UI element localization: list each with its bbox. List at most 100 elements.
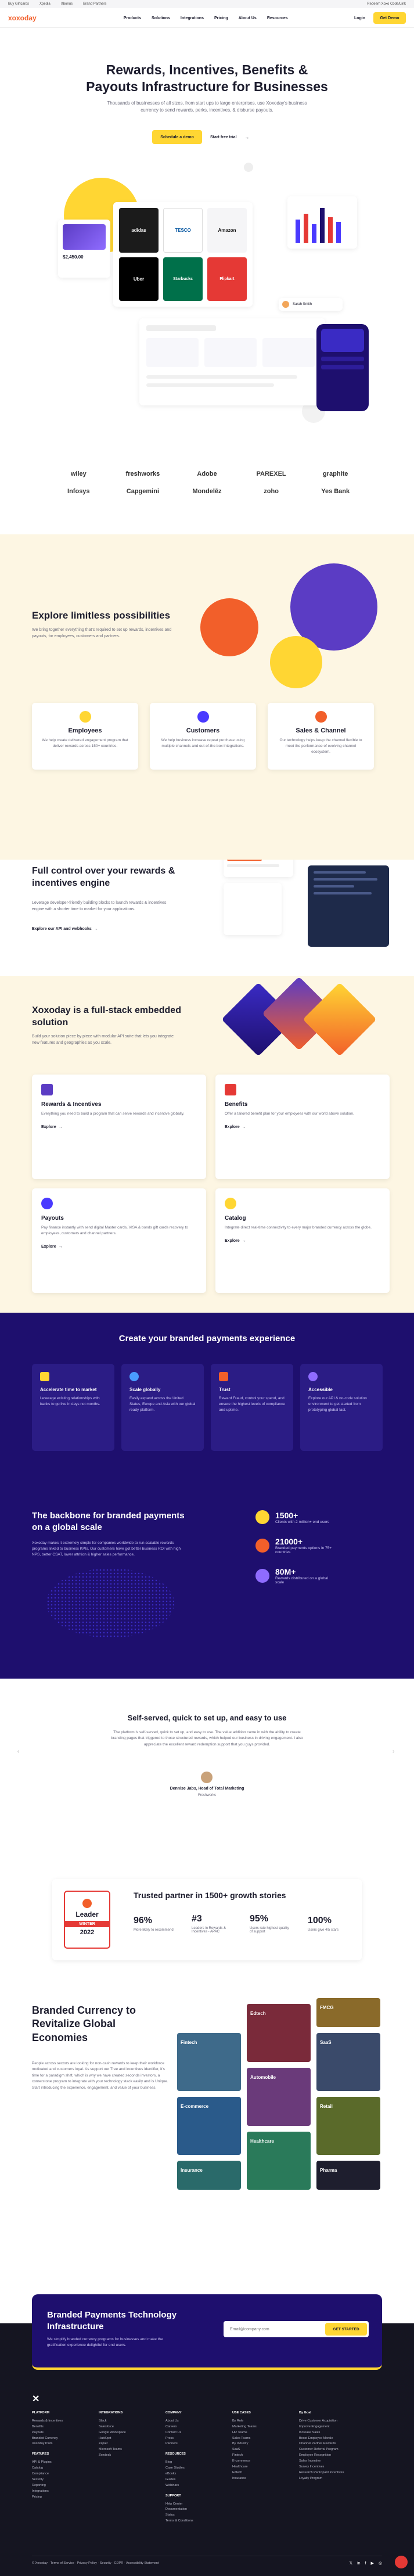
footer-link[interactable]: Status (165, 2513, 221, 2518)
nav-link-solutions[interactable]: Solutions (152, 16, 170, 20)
api-link[interactable]: Explore our API and webhooks (32, 927, 92, 931)
brand-tile[interactable]: TESCO (163, 208, 203, 253)
explore-link[interactable]: Explore (225, 1125, 240, 1129)
footer-link[interactable]: Help Center (165, 2502, 221, 2507)
footer-link[interactable]: E-commerce (232, 2459, 287, 2464)
brand-tile[interactable]: Uber (119, 257, 159, 301)
footer-link[interactable]: Reporting (32, 2483, 87, 2489)
footer-link[interactable]: Documentation (165, 2507, 221, 2513)
footer-link[interactable]: Sales Teams (232, 2436, 287, 2442)
footer-link[interactable]: Employee Recognition (299, 2453, 363, 2459)
footer-link[interactable]: Salesforce (99, 2424, 154, 2430)
industry-tile[interactable]: E-commerce (177, 2097, 241, 2155)
chat-icon[interactable] (395, 2556, 408, 2568)
explore-card-employees[interactable]: Employees We help create delivered engag… (32, 703, 138, 770)
email-field[interactable] (225, 2327, 325, 2331)
footer-link[interactable]: HubSpot (99, 2436, 154, 2442)
fullstack-card-payouts[interactable]: Payouts Pay finance instantly with send … (32, 1188, 206, 1293)
linkedin-icon[interactable]: in (357, 2561, 360, 2566)
explore-link[interactable]: Explore (41, 1245, 56, 1249)
footer-link[interactable]: Drive Customer Acquisition (299, 2419, 363, 2424)
nav-link-products[interactable]: Products (124, 16, 141, 20)
nav-link-resources[interactable]: Resources (267, 16, 288, 20)
explore-link[interactable]: Explore (225, 1239, 240, 1243)
testimonial-arrow-right[interactable]: › (393, 1748, 394, 1755)
facebook-icon[interactable]: f (365, 2561, 366, 2566)
footer-link[interactable]: Zendesk (99, 2453, 154, 2459)
footer-link[interactable]: SaaS (232, 2447, 287, 2453)
footer-link[interactable]: By Industry (232, 2441, 287, 2447)
footer-link[interactable]: Marketing Teams (232, 2424, 287, 2430)
footer-link[interactable]: Catalog (32, 2466, 87, 2471)
footer-link[interactable]: API & Plugins (32, 2460, 87, 2466)
brand-tile[interactable]: Flipkart (207, 257, 247, 301)
footer-link[interactable]: Slack (99, 2419, 154, 2424)
footer-link[interactable]: Webinars (165, 2483, 221, 2489)
brand-tile[interactable]: Amazon (207, 208, 247, 253)
footer-link[interactable]: Branded Currency (32, 2436, 87, 2442)
footer-link[interactable]: Guides (165, 2477, 221, 2483)
footer-link[interactable]: Press (165, 2436, 221, 2442)
footer-link[interactable]: Google Workspace (99, 2430, 154, 2436)
footer-link[interactable]: Loyalty Program (299, 2476, 363, 2482)
youtube-icon[interactable]: ▶ (371, 2561, 374, 2566)
footer-link[interactable]: HR Teams (232, 2430, 287, 2436)
get-started-button[interactable]: GET STARTED (325, 2323, 367, 2336)
industry-tile[interactable]: Pharma (316, 2161, 380, 2190)
brand-tile[interactable]: Starbucks (163, 257, 203, 301)
industry-tile[interactable]: Automobile (247, 2068, 311, 2126)
footer-link[interactable]: Research Participant Incentives (299, 2470, 363, 2476)
footer-link[interactable]: Customer Referral Program (299, 2447, 363, 2453)
footer-link[interactable]: Careers (165, 2424, 221, 2430)
twitter-icon[interactable]: 𝕏 (349, 2561, 352, 2566)
explore-link[interactable]: Explore (41, 1125, 56, 1129)
nav-link-pricing[interactable]: Pricing (214, 16, 228, 20)
industry-tile[interactable]: FMCG (316, 1998, 380, 2027)
footer-link[interactable]: Microsoft Teams (99, 2447, 154, 2453)
footer-link[interactable]: Edtech (232, 2470, 287, 2476)
topbar-item[interactable]: Buy Giftcards (8, 2, 29, 6)
industry-tile[interactable]: SaaS (316, 2033, 380, 2091)
footer-link[interactable]: Compliance (32, 2471, 87, 2477)
brand-tile[interactable]: adidas (119, 208, 159, 253)
explore-card-customers[interactable]: Customers We help business increase repe… (150, 703, 256, 770)
footer-logo-icon[interactable]: ✕ (32, 2393, 39, 2405)
footer-link[interactable]: Payouts (32, 2430, 87, 2436)
nav-link-integrations[interactable]: Integrations (181, 16, 204, 20)
footer-link[interactable]: Healthcare (232, 2464, 287, 2470)
footer-link[interactable]: Channel Partner Rewards (299, 2441, 363, 2447)
topbar-item[interactable]: Brand Partners (83, 2, 106, 6)
explore-card-sales[interactable]: Sales & Channel Our technology helps kee… (268, 703, 374, 770)
footer-link[interactable]: Rewards & Incentives (32, 2419, 87, 2424)
industry-tile[interactable]: Insurance (177, 2161, 241, 2190)
footer-link[interactable]: Insurance (232, 2476, 287, 2482)
footer-link[interactable]: Security (32, 2477, 87, 2483)
industry-tile[interactable]: Retail (316, 2097, 380, 2155)
footer-link[interactable]: About Us (165, 2419, 221, 2424)
fullstack-card-benefits[interactable]: Benefits Offer a tailored benefit plan f… (215, 1075, 390, 1179)
footer-link[interactable]: Terms & Conditions (165, 2518, 221, 2524)
topbar-item[interactable]: Xbonus (61, 2, 73, 6)
footer-link[interactable]: Sales Incentive (299, 2459, 363, 2464)
fullstack-card-catalog[interactable]: Catalog Integrate direct real-time conne… (215, 1188, 390, 1293)
instagram-icon[interactable]: ◎ (379, 2561, 382, 2566)
fullstack-card-rewards[interactable]: Rewards & Incentives Everything you need… (32, 1075, 206, 1179)
footer-link[interactable]: Fintech (232, 2453, 287, 2459)
footer-link[interactable]: Boost Employee Morale (299, 2436, 363, 2442)
logo[interactable]: xoxoday (8, 14, 37, 22)
footer-link[interactable]: By Role (232, 2419, 287, 2424)
footer-link[interactable]: Pricing (32, 2495, 87, 2500)
footer-link[interactable]: Case Studies (165, 2466, 221, 2471)
footer-link[interactable]: Partners (165, 2441, 221, 2447)
industry-tile[interactable]: Edtech (247, 2004, 311, 2062)
industry-tile[interactable]: Healthcare (247, 2132, 311, 2190)
topbar-item[interactable]: Xpedia (39, 2, 51, 6)
get-demo-button[interactable]: Get Demo (373, 12, 406, 24)
footer-link[interactable]: Zapier (99, 2441, 154, 2447)
footer-link[interactable]: Blog (165, 2460, 221, 2466)
industry-tile[interactable]: Fintech (177, 2033, 241, 2091)
footer-link[interactable]: Improve Engagement (299, 2424, 363, 2430)
schedule-demo-button[interactable]: Schedule a demo (152, 130, 202, 144)
footer-link[interactable]: Integrations (32, 2489, 87, 2495)
footer-link[interactable]: Contact Us (165, 2430, 221, 2436)
